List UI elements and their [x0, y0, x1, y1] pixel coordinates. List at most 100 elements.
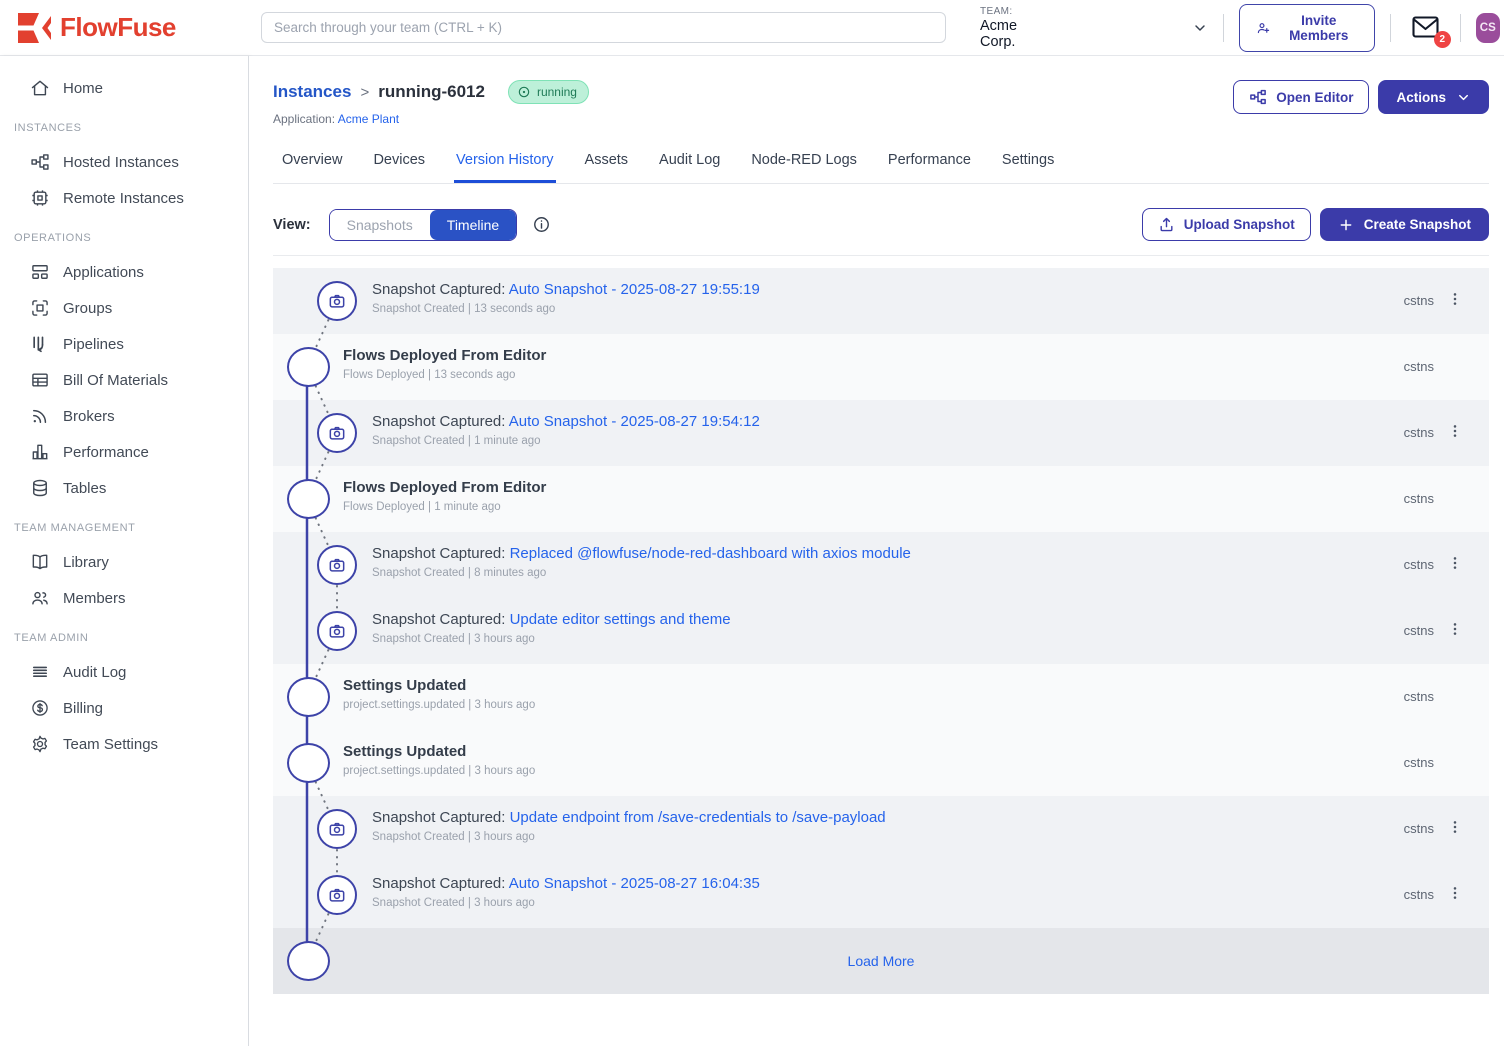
snapshot-link[interactable]: Auto Snapshot - 2025-08-27 19:55:19 — [509, 281, 760, 298]
sidebar-item-pipelines[interactable]: Pipelines — [0, 326, 248, 362]
camera-icon — [317, 413, 357, 453]
tab-node-red-logs[interactable]: Node-RED Logs — [749, 146, 859, 183]
sidebar-item-remote-instances[interactable]: Remote Instances — [0, 180, 248, 216]
row-user: cstns — [1404, 425, 1434, 440]
timeline-row: Snapshot Captured: Update editor setting… — [273, 598, 1489, 664]
toggle-timeline[interactable]: Timeline — [430, 210, 516, 240]
plus-icon — [1338, 217, 1354, 233]
notifications-button[interactable]: 2 — [1406, 14, 1445, 41]
event-title: Settings Updated — [343, 743, 535, 760]
sidebar-item-label: Tables — [63, 480, 106, 497]
create-snapshot-button[interactable]: Create Snapshot — [1320, 208, 1489, 241]
row-user: cstns — [1404, 293, 1434, 308]
breadcrumb-instances-link[interactable]: Instances — [273, 82, 351, 102]
sidebar-item-home[interactable]: Home — [0, 70, 248, 106]
row-menu-button[interactable] — [1445, 883, 1465, 903]
broadcast-icon — [30, 406, 50, 426]
snapshot-link[interactable]: Update endpoint from /save-credentials t… — [510, 809, 886, 826]
actions-button[interactable]: Actions — [1378, 80, 1489, 114]
sidebar-section-instances: INSTANCES — [0, 122, 248, 134]
upload-snapshot-button[interactable]: Upload Snapshot — [1142, 208, 1311, 241]
sidebar-item-performance[interactable]: Performance — [0, 434, 248, 470]
team-selector[interactable]: TEAM: Acme Corp. — [980, 6, 1042, 50]
tab-audit-log[interactable]: Audit Log — [657, 146, 722, 183]
row-menu-button[interactable] — [1445, 289, 1465, 309]
row-meta: project.settings.updated | 3 hours ago — [343, 699, 535, 711]
book-icon — [30, 552, 50, 572]
sidebar-item-hosted-instances[interactable]: Hosted Instances — [0, 144, 248, 180]
view-label: View: — [273, 217, 311, 233]
bar-chart-icon — [30, 442, 50, 462]
sidebar-item-team-settings[interactable]: Team Settings — [0, 726, 248, 762]
sidebar-item-tables[interactable]: Tables — [0, 470, 248, 506]
chevron-down-icon[interactable] — [1192, 20, 1208, 36]
tab-settings[interactable]: Settings — [1000, 146, 1056, 183]
sidebar-item-label: Pipelines — [63, 336, 124, 353]
toggle-snapshots[interactable]: Snapshots — [330, 210, 430, 240]
database-icon — [30, 478, 50, 498]
search-input[interactable] — [261, 12, 946, 43]
invite-members-button[interactable]: Invite Members — [1239, 4, 1375, 52]
row-user: cstns — [1404, 623, 1434, 638]
avatar[interactable]: CS — [1476, 13, 1500, 43]
tab-overview[interactable]: Overview — [280, 146, 344, 183]
sidebar-item-library[interactable]: Library — [0, 544, 248, 580]
deploy-icon — [287, 347, 330, 387]
instance-tabs: Overview Devices Version History Assets … — [273, 146, 1489, 184]
row-meta: project.settings.updated | 3 hours ago — [343, 765, 535, 777]
row-user: cstns — [1404, 359, 1434, 374]
row-meta: Flows Deployed | 13 seconds ago — [343, 369, 546, 381]
snapshot-link[interactable]: Auto Snapshot - 2025-08-27 19:54:12 — [509, 413, 760, 430]
snapshot-link[interactable]: Replaced @flowfuse/node-red-dashboard wi… — [510, 545, 911, 562]
timeline-row: Snapshot Captured: Auto Snapshot - 2025-… — [273, 268, 1489, 334]
row-user: cstns — [1404, 887, 1434, 902]
row-menu-button[interactable] — [1445, 619, 1465, 639]
sidebar-item-audit-log[interactable]: Audit Log — [0, 654, 248, 690]
flowfuse-logo[interactable]: FlowFuse — [0, 12, 249, 44]
tab-version-history[interactable]: Version History — [454, 146, 556, 183]
sidebar-item-brokers[interactable]: Brokers — [0, 398, 248, 434]
tab-devices[interactable]: Devices — [371, 146, 427, 183]
row-menu-button[interactable] — [1445, 817, 1465, 837]
status-running-icon — [517, 85, 531, 99]
timeline-row: Snapshot Captured: Auto Snapshot - 2025-… — [273, 862, 1489, 928]
camera-icon — [317, 611, 357, 651]
load-more-link[interactable]: Load More — [273, 928, 1489, 994]
info-icon[interactable] — [532, 215, 551, 234]
divider — [1390, 14, 1391, 42]
sidebar-item-label: Brokers — [63, 408, 115, 425]
divider — [1460, 14, 1461, 42]
sidebar-item-bill-of-materials[interactable]: Bill Of Materials — [0, 362, 248, 398]
sidebar-item-billing[interactable]: Billing — [0, 690, 248, 726]
camera-icon — [317, 281, 357, 321]
sidebar-section-operations: OPERATIONS — [0, 232, 248, 244]
tab-assets[interactable]: Assets — [583, 146, 631, 183]
home-icon — [30, 78, 50, 98]
timeline-row: Snapshot Captured: Auto Snapshot - 2025-… — [273, 400, 1489, 466]
row-menu-button[interactable] — [1445, 421, 1465, 441]
snapshot-link[interactable]: Update editor settings and theme — [510, 611, 731, 628]
view-toolbar: View: Snapshots Timeline Upload Snapshot… — [273, 208, 1489, 256]
sidebar-item-label: Groups — [63, 300, 112, 317]
row-user: cstns — [1404, 689, 1434, 704]
sidebar-item-groups[interactable]: Groups — [0, 290, 248, 326]
event-title: Flows Deployed From Editor — [343, 347, 546, 364]
sidebar-item-members[interactable]: Members — [0, 580, 248, 616]
application-link[interactable]: Acme Plant — [338, 112, 399, 126]
main-content: Instances > running-6012 running Applica… — [249, 56, 1504, 1046]
timeline-load-more-row: Load More — [273, 928, 1489, 994]
sidebar-item-label: Hosted Instances — [63, 154, 179, 171]
row-meta: Flows Deployed | 1 minute ago — [343, 501, 546, 513]
sliders-icon — [287, 743, 330, 783]
sidebar-item-applications[interactable]: Applications — [0, 254, 248, 290]
breadcrumb-separator: > — [360, 84, 369, 101]
row-menu-button[interactable] — [1445, 553, 1465, 573]
sidebar-item-label: Remote Instances — [63, 190, 184, 207]
sidebar-item-label: Bill Of Materials — [63, 372, 168, 389]
groups-icon — [30, 298, 50, 318]
tab-performance[interactable]: Performance — [886, 146, 973, 183]
sidebar-item-label: Members — [63, 590, 126, 607]
snapshot-link[interactable]: Auto Snapshot - 2025-08-27 16:04:35 — [509, 875, 760, 892]
open-editor-button[interactable]: Open Editor — [1233, 80, 1369, 114]
status-badge: running — [508, 80, 589, 104]
